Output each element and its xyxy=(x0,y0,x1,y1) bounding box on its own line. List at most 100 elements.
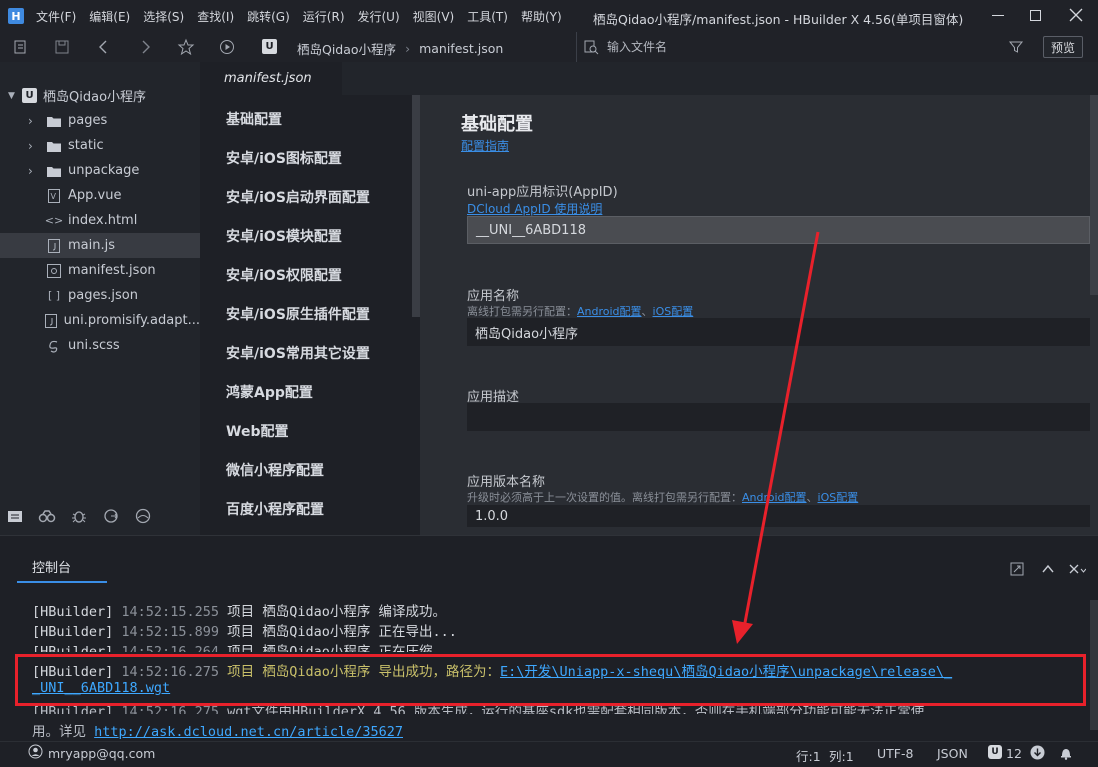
sidebar-item-pages-json[interactable]: [ ] pages.json xyxy=(0,283,200,308)
nav-splash-config[interactable]: 安卓/iOS启动界面配置 xyxy=(226,187,370,207)
download-icon[interactable] xyxy=(1030,745,1045,760)
sidebar-item-manifest-json[interactable]: manifest.json xyxy=(0,258,200,283)
version-ios-config-link[interactable]: iOS配置 xyxy=(818,491,859,504)
nav-native-plugin-config[interactable]: 安卓/iOS原生插件配置 xyxy=(226,304,370,324)
menu-run[interactable]: 运行(R) xyxy=(303,8,345,25)
sidebar-item-uni-scss[interactable]: uni.scss xyxy=(0,333,200,358)
form-scrollbar[interactable] xyxy=(1090,95,1098,295)
sidebar-item-app-vue[interactable]: V App.vue xyxy=(0,183,200,208)
nav-basic-config[interactable]: 基础配置 xyxy=(226,109,282,129)
source-control-icon[interactable] xyxy=(102,507,120,525)
close-window-icon[interactable] xyxy=(1068,7,1084,23)
sidebar-item-label: pages.json xyxy=(68,288,138,303)
file-encoding[interactable]: UTF-8 xyxy=(877,746,913,761)
sidebar-item-label: main.js xyxy=(68,238,115,253)
tab-manifest-json[interactable]: manifest.json xyxy=(200,62,342,95)
version-android-config-link[interactable]: Android配置 xyxy=(742,491,807,504)
manifest-nav: 基础配置 安卓/iOS图标配置 安卓/iOS启动界面配置 安卓/iOS模块配置 … xyxy=(200,95,420,535)
menu-bar: 文件(F) 编辑(E) 选择(S) 查找(I) 跳转(G) 运行(R) 发行(U… xyxy=(36,0,575,32)
folder-icon xyxy=(46,113,62,129)
app-desc-field[interactable] xyxy=(467,403,1090,431)
breadcrumb-project[interactable]: 栖岛Qidao小程序 xyxy=(297,39,396,58)
nav-web-config[interactable]: Web配置 xyxy=(226,421,288,441)
menu-find[interactable]: 查找(I) xyxy=(197,8,234,25)
folder-icon xyxy=(46,163,62,179)
menu-goto[interactable]: 跳转(G) xyxy=(247,8,290,25)
cursor-line: 行:1 xyxy=(796,749,821,764)
nav-other-settings[interactable]: 安卓/iOS常用其它设置 xyxy=(226,343,370,363)
guide-link[interactable]: 配置指南 xyxy=(461,137,509,154)
hbuilder-logo-icon: H xyxy=(8,8,24,24)
plugin-icon[interactable] xyxy=(38,507,56,525)
sidebar-item-static[interactable]: › static xyxy=(0,133,200,158)
docs-link[interactable]: http://ask.dcloud.net.cn/article/35627 xyxy=(94,724,403,740)
user-account[interactable]: mryapp@qq.com xyxy=(48,746,155,761)
filter-icon[interactable] xyxy=(1008,39,1024,55)
save-icon[interactable] xyxy=(53,38,71,56)
notification-count: 12 xyxy=(1006,746,1022,761)
project-name: 栖岛Qidao小程序 xyxy=(43,90,147,105)
sidebar-item-pages[interactable]: › pages xyxy=(0,108,200,133)
project-root[interactable]: ▼ U 栖岛Qidao小程序 xyxy=(0,83,200,108)
menu-publish[interactable]: 发行(U) xyxy=(358,8,400,25)
menu-help[interactable]: 帮助(Y) xyxy=(521,8,562,25)
preview-button[interactable]: 预览 xyxy=(1043,36,1083,58)
export-log-icon[interactable] xyxy=(1009,561,1025,577)
nav-module-config[interactable]: 安卓/iOS模块配置 xyxy=(226,226,342,246)
file-search-icon xyxy=(583,39,599,55)
sidebar-item-unpackage[interactable]: › unpackage xyxy=(0,158,200,183)
new-file-icon[interactable] xyxy=(12,38,30,56)
bell-icon[interactable] xyxy=(1059,745,1073,760)
sidebar-item-index-html[interactable]: <> index.html xyxy=(0,208,200,233)
maximize-icon[interactable] xyxy=(1030,10,1041,21)
explorer-icon[interactable] xyxy=(6,507,24,525)
ios-config-link[interactable]: iOS配置 xyxy=(653,305,694,318)
nav-scrollbar[interactable] xyxy=(412,95,420,317)
app-name-field[interactable]: 栖岛Qidao小程序 xyxy=(467,318,1090,346)
console-scrollbar[interactable] xyxy=(1090,600,1098,730)
nav-baidu-config[interactable]: 百度小程序配置 xyxy=(226,499,324,519)
sidebar-item-label: index.html xyxy=(68,213,138,228)
sidebar-item-label: uni.scss xyxy=(68,338,120,353)
nav-app-icon-config[interactable]: 安卓/iOS图标配置 xyxy=(226,148,342,168)
appid-field[interactable]: __UNI__6ABD118 xyxy=(467,216,1090,244)
file-search-input[interactable] xyxy=(607,37,1007,57)
sidebar-item-label: unpackage xyxy=(68,163,140,178)
sidebar-item-label: uni.promisify.adapt... xyxy=(63,313,200,328)
chevron-down-icon: ▼ xyxy=(8,90,15,101)
run-icon[interactable] xyxy=(218,38,236,56)
menu-edit[interactable]: 编辑(E) xyxy=(89,8,130,25)
menu-view[interactable]: 视图(V) xyxy=(413,8,455,25)
json-file-icon: [ ] xyxy=(47,289,61,302)
sidebar-item-uni-promisify-adapt[interactable]: uni.promisify.adapt... xyxy=(0,308,200,333)
menu-tools[interactable]: 工具(T) xyxy=(467,8,508,25)
version-name-field[interactable]: 1.0.0 xyxy=(467,505,1090,527)
forward-icon[interactable] xyxy=(136,38,154,56)
android-config-link[interactable]: Android配置 xyxy=(577,305,642,318)
star-icon[interactable] xyxy=(177,38,195,56)
maximize-panel-icon[interactable] xyxy=(1040,561,1056,577)
back-icon[interactable] xyxy=(95,38,113,56)
app-name-label: 应用名称 xyxy=(467,289,520,304)
menu-file[interactable]: 文件(F) xyxy=(36,8,76,25)
appid-help-link[interactable]: DCloud AppID 使用说明 xyxy=(467,200,602,217)
form-heading: 基础配置 xyxy=(461,114,533,135)
title-bar: H 文件(F) 编辑(E) 选择(S) 查找(I) 跳转(G) 运行(R) 发行… xyxy=(0,0,1098,32)
tab-console[interactable]: 控制台 xyxy=(17,552,107,583)
nav-wechat-config[interactable]: 微信小程序配置 xyxy=(226,460,324,480)
cloud-icon[interactable] xyxy=(134,507,152,525)
close-panel-icon[interactable] xyxy=(1068,561,1086,577)
minimize-icon[interactable] xyxy=(992,15,1004,16)
highlight-box xyxy=(15,654,1086,706)
nav-permission-config[interactable]: 安卓/iOS权限配置 xyxy=(226,265,342,285)
notifications-app-icon[interactable]: U xyxy=(988,745,1002,759)
file-language[interactable]: JSON xyxy=(937,746,968,761)
folder-icon xyxy=(46,138,62,154)
sidebar-item-main-js[interactable]: main.js xyxy=(0,233,200,258)
console-line: [HBuilder] 14:52:15.255 项目 栖岛Qidao小程序 编译… xyxy=(32,604,447,620)
menu-select[interactable]: 选择(S) xyxy=(143,8,184,25)
breadcrumb-file[interactable]: manifest.json xyxy=(419,41,503,56)
nav-harmony-config[interactable]: 鸿蒙App配置 xyxy=(226,382,313,402)
debug-icon[interactable] xyxy=(70,507,88,525)
user-avatar-icon[interactable] xyxy=(28,744,43,759)
